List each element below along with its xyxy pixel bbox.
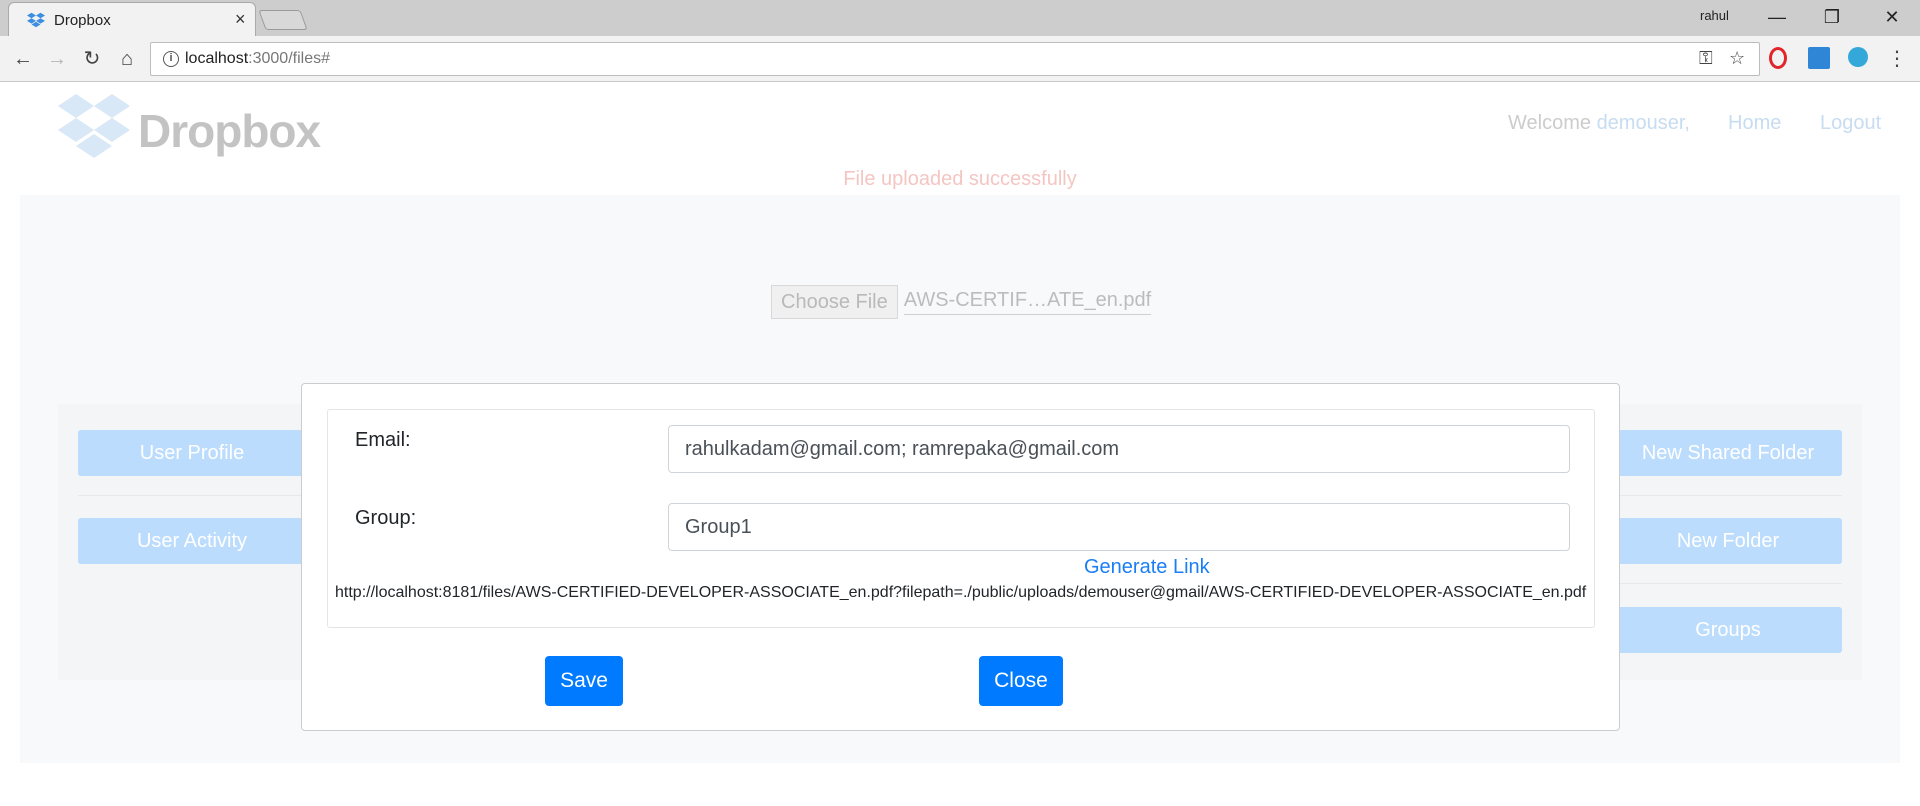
profile-name[interactable]: rahul xyxy=(1700,8,1729,23)
key-icon[interactable]: ⚿ xyxy=(1699,48,1713,69)
file-upload[interactable]: Choose File AWS-CERTIF…ATE_en.pdf xyxy=(771,284,1152,320)
group-label: Group: xyxy=(355,507,417,529)
email-field[interactable] xyxy=(668,425,1570,473)
selected-file-name: AWS-CERTIF…ATE_en.pdf xyxy=(903,289,1152,315)
save-button[interactable]: Save xyxy=(545,656,623,706)
group-field[interactable] xyxy=(668,503,1570,551)
restore-icon[interactable]: ❐ xyxy=(1808,3,1856,31)
groups-button[interactable]: Groups xyxy=(1614,607,1842,653)
logo-text: Dropbox xyxy=(138,105,321,157)
url-text[interactable]: localhost:3000/files# xyxy=(185,50,330,68)
share-form: Email: Group: Generate Link http://local… xyxy=(327,409,1595,628)
dropbox-logo-icon xyxy=(58,94,130,158)
choose-file-button[interactable]: Choose File xyxy=(771,285,898,319)
info-icon[interactable]: i xyxy=(163,51,179,67)
user-profile-button[interactable]: User Profile xyxy=(78,430,306,476)
dropbox-logo[interactable]: Dropbox xyxy=(58,90,321,163)
browser-tab-strip: Dropbox × rahul — ❐ ✕ xyxy=(0,0,1920,36)
dropbox-favicon-icon xyxy=(27,12,45,28)
home-link[interactable]: Home xyxy=(1728,112,1781,135)
status-message: File uploaded successfully xyxy=(843,168,1077,190)
generated-link-text: http://localhost:8181/files/AWS-CERTIFIE… xyxy=(335,584,1587,601)
browser-tab[interactable]: Dropbox × xyxy=(8,2,256,36)
generate-link[interactable]: Generate Link xyxy=(1084,556,1210,579)
browser-toolbar: ← → ↻ ⌂ i localhost:3000/files# ⚿ ☆ ⋮ xyxy=(0,36,1920,82)
forward-arrow-icon[interactable]: → xyxy=(42,44,72,74)
close-window-icon[interactable]: ✕ xyxy=(1868,3,1916,31)
new-folder-button[interactable]: New Folder xyxy=(1614,518,1842,564)
globe-extension-icon[interactable] xyxy=(1848,47,1868,67)
home-icon[interactable]: ⌂ xyxy=(112,44,142,74)
reload-icon[interactable]: ↻ xyxy=(77,44,107,74)
address-bar[interactable]: i localhost:3000/files# ⚿ ☆ xyxy=(150,42,1760,76)
username-link[interactable]: demouser, xyxy=(1597,112,1690,134)
tab-close-icon[interactable]: × xyxy=(235,9,246,29)
minimize-icon[interactable]: — xyxy=(1753,3,1801,31)
divider xyxy=(1614,583,1842,584)
new-shared-folder-button[interactable]: New Shared Folder xyxy=(1614,430,1842,476)
welcome-text: Welcome demouser, xyxy=(1508,112,1690,134)
logout-link[interactable]: Logout xyxy=(1820,112,1881,135)
opera-extension-icon[interactable] xyxy=(1769,47,1787,69)
divider xyxy=(1614,495,1842,496)
window-extension-icon[interactable] xyxy=(1808,47,1830,69)
new-tab-button[interactable] xyxy=(258,10,308,30)
tab-title: Dropbox xyxy=(54,12,111,29)
back-arrow-icon[interactable]: ← xyxy=(8,44,38,74)
email-label: Email: xyxy=(355,429,411,451)
star-icon[interactable]: ☆ xyxy=(1729,48,1745,69)
menu-kebab-icon[interactable]: ⋮ xyxy=(1882,44,1912,74)
share-modal: Email: Group: Generate Link http://local… xyxy=(301,383,1620,731)
close-button[interactable]: Close xyxy=(979,656,1063,706)
user-activity-button[interactable]: User Activity xyxy=(78,518,306,564)
divider xyxy=(78,495,306,496)
